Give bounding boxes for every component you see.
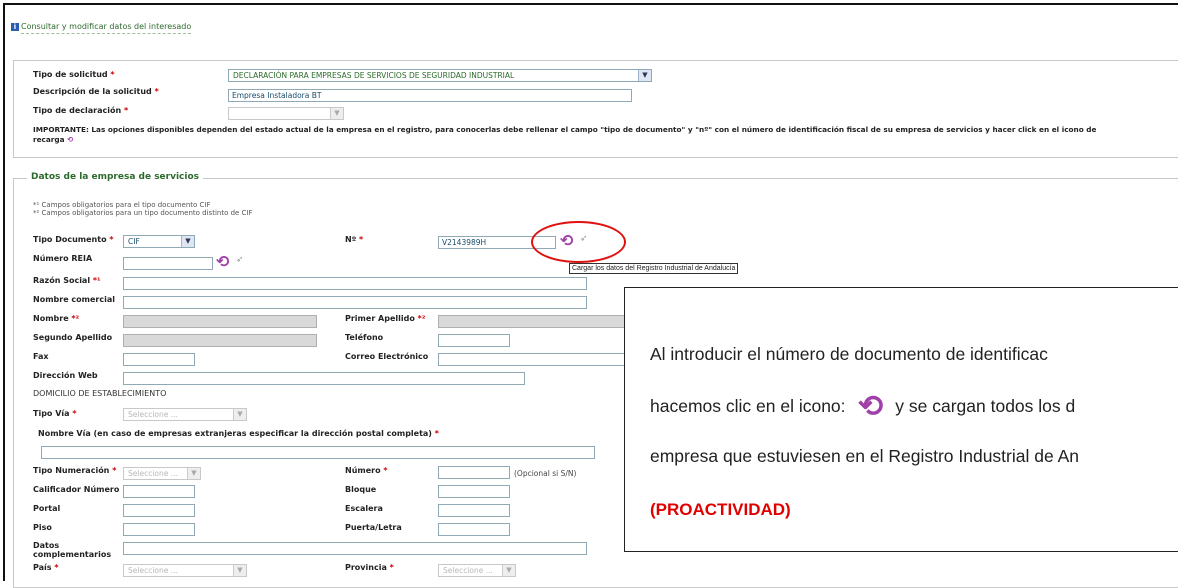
piso-label: Piso <box>33 523 52 532</box>
reload-icon: ⟲ <box>857 390 883 423</box>
reload-tooltip: Cargar los datos del Registro Industrial… <box>569 263 739 274</box>
nombre-comercial-label: Nombre comercial <box>33 295 115 304</box>
chevron-down-icon: ▼ <box>233 409 246 420</box>
callout-line2: hacemos clic en el icono: ⟲ y se cargan … <box>650 390 1076 423</box>
portal-input[interactable] <box>123 504 195 517</box>
reia-label: Número REIA <box>33 254 93 263</box>
escalera-label: Escalera <box>345 504 383 513</box>
chevron-down-icon: ▼ <box>187 468 200 479</box>
web-input[interactable] <box>123 372 525 385</box>
nombre-label: Nombre *² <box>33 314 80 323</box>
correo-label: Correo Electrónico <box>345 352 429 361</box>
bloque-label: Bloque <box>345 485 377 494</box>
provincia-label: Provincia * <box>345 563 394 572</box>
chevron-down-icon: ▼ <box>502 565 515 576</box>
tipo-via-select[interactable]: Seleccione ... ▼ <box>123 408 247 421</box>
pais-label: País * <box>33 563 59 572</box>
numero-input[interactable] <box>438 466 510 479</box>
calificador-input[interactable] <box>123 485 195 498</box>
note-cif: *¹ Campos obligatorios para el tipo docu… <box>33 201 211 209</box>
tipo-documento-select[interactable]: CIF ▼ <box>123 235 195 248</box>
tipo-declaracion-select[interactable]: ▼ <box>228 107 344 120</box>
segundo-apellido-input[interactable] <box>123 334 317 347</box>
domicilio-title: DOMICILIO DE ESTABLECIMIENTO <box>33 389 167 398</box>
chevron-down-icon: ▼ <box>330 108 343 119</box>
empresa-legend: Datos de la empresa de servicios <box>27 172 204 182</box>
segundo-apellido-label: Segundo Apellido <box>33 333 113 342</box>
escalera-input[interactable] <box>438 504 510 517</box>
tipo-numeracion-select[interactable]: Seleccione ... ▼ <box>123 467 201 480</box>
nombre-input[interactable] <box>123 315 317 328</box>
telefono-label: Teléfono <box>345 333 384 342</box>
provincia-select[interactable]: Seleccione ... ▼ <box>438 564 516 577</box>
descripcion-input[interactable]: Empresa Instaladora BT <box>228 89 632 102</box>
razon-social-label: Razón Social *¹ <box>33 276 101 285</box>
tipo-documento-label: Tipo Documento * <box>33 235 114 244</box>
pais-select[interactable]: Seleccione ... ▼ <box>123 564 247 577</box>
web-label: Dirección Web <box>33 371 98 380</box>
fax-label: Fax <box>33 352 49 361</box>
tipo-via-label: Tipo Vía * <box>33 409 77 418</box>
tipo-numeracion-label: Tipo Numeración * <box>33 466 117 475</box>
nombre-via-input[interactable] <box>41 446 595 459</box>
chevron-down-icon: ▼ <box>181 236 194 247</box>
portal-label: Portal <box>33 504 61 513</box>
tipo-declaracion-label: Tipo de declaración * <box>33 106 129 115</box>
correo-input[interactable] <box>438 353 628 366</box>
nombre-via-label: Nombre Vía (en caso de empresas extranje… <box>38 429 439 438</box>
chevron-down-icon: ▼ <box>233 565 246 576</box>
reload-icon[interactable]: ⟲ <box>216 254 229 270</box>
bloque-input[interactable] <box>438 485 510 498</box>
numero-doc-label: Nº * <box>345 235 364 244</box>
datos-complementarios-label: Datos complementarios <box>33 541 112 559</box>
piso-input[interactable] <box>123 523 195 536</box>
consultar-link[interactable]: Consultar y modificar datos del interesa… <box>21 22 192 34</box>
datos-complementarios-input[interactable] <box>123 542 587 555</box>
callout-line3: empresa que estuviesen en el Registro In… <box>650 446 1080 466</box>
puerta-input[interactable] <box>438 523 510 536</box>
reia-input[interactable] <box>123 257 213 270</box>
fax-input[interactable] <box>123 353 195 366</box>
telefono-input[interactable] <box>438 334 510 347</box>
numero-label: Número * <box>345 466 388 475</box>
tipo-solicitud-select[interactable]: DECLARACIÓN PARA EMPRESAS DE SERVICIOS D… <box>228 69 652 82</box>
callout-line1: Al introducir el número de documento de … <box>650 344 1048 364</box>
proactividad-label: (PROACTIVIDAD) <box>650 500 791 519</box>
puerta-label: Puerta/Letra <box>345 523 402 532</box>
highlight-circle <box>531 221 626 263</box>
descripcion-label: Descripción de la solicitud * <box>33 87 159 96</box>
razon-social-input[interactable] <box>123 277 587 290</box>
calificador-label: Calificador Número <box>33 485 120 494</box>
explanation-callout: Al introducir el número de documento de … <box>624 287 1178 552</box>
reload-icon[interactable]: ⟲ <box>67 135 73 144</box>
nombre-comercial-input[interactable] <box>123 296 587 309</box>
opcional-note: (Opcional si S/N) <box>514 469 577 478</box>
primer-apellido-input[interactable] <box>438 315 628 328</box>
tipo-solicitud-label: Tipo de solicitud * <box>33 70 115 79</box>
primer-apellido-label: Primer Apellido *² <box>345 314 426 323</box>
important-note: IMPORTANTE: Las opciones disponibles dep… <box>33 125 1097 134</box>
info-icon: i <box>11 22 19 31</box>
pin-icon[interactable]: ➶ <box>236 255 244 265</box>
note-otros: *² Campos obligatorios para un tipo docu… <box>33 209 253 217</box>
important-note-line2: recarga ⟲ <box>33 135 74 144</box>
chevron-down-icon: ▼ <box>638 70 651 81</box>
